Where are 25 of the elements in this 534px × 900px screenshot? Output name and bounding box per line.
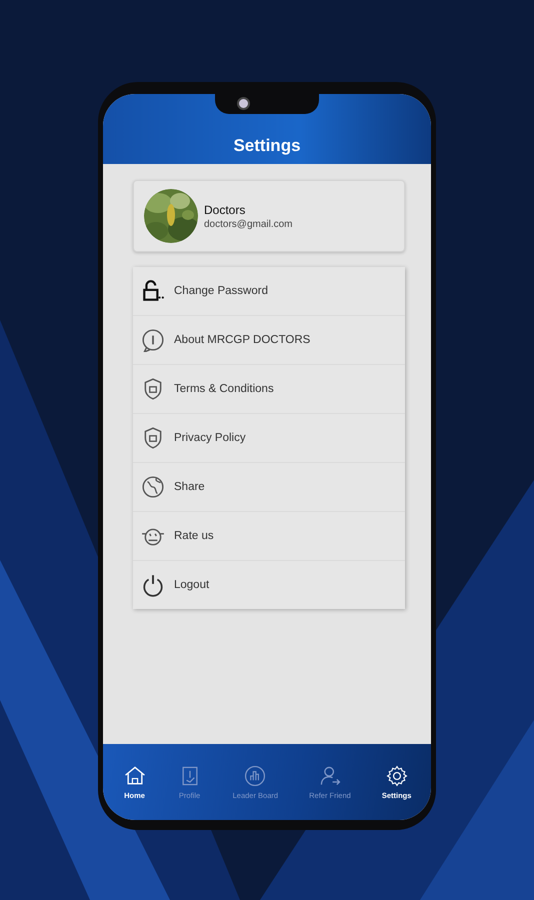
lock-icon xyxy=(141,279,165,303)
info-icon xyxy=(141,328,165,352)
camera-icon xyxy=(237,97,250,110)
menu-label: Terms & Conditions xyxy=(174,383,274,395)
profile-card[interactable]: Doctors doctors@gmail.com xyxy=(133,180,405,252)
profile-email: doctors@gmail.com xyxy=(204,218,293,230)
menu-label: Change Password xyxy=(174,285,268,297)
globe-icon xyxy=(141,475,165,499)
menu-label: Share xyxy=(174,481,205,493)
power-icon xyxy=(141,573,165,597)
menu-item[interactable]: Share xyxy=(133,463,405,512)
chart-icon xyxy=(243,764,268,788)
menu-item[interactable]: Terms & Conditions xyxy=(133,365,405,414)
menu-item[interactable]: About MRCGP DOCTORS xyxy=(133,316,405,365)
menu-item[interactable]: Rate us xyxy=(133,512,405,561)
menu-label: Privacy Policy xyxy=(174,432,246,444)
menu-item[interactable]: Logout xyxy=(133,561,405,609)
profile-name: Doctors xyxy=(204,202,246,216)
page-title: Settings xyxy=(233,136,301,156)
menu-label: About MRCGP DOCTORS xyxy=(174,334,310,346)
settings-icon xyxy=(384,764,409,788)
menu-item[interactable]: Change Password xyxy=(133,267,405,316)
menu-label: Rate us xyxy=(174,530,214,542)
menu-item[interactable]: Privacy Policy xyxy=(133,414,405,463)
menu-label: Logout xyxy=(174,579,210,591)
